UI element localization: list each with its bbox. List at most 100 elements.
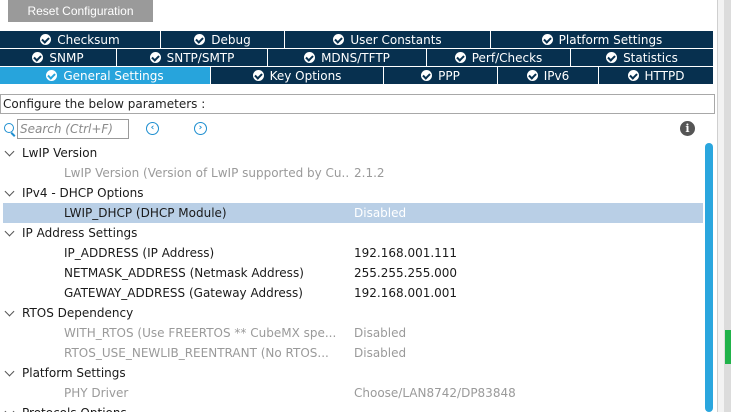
group-label: IPv4 - DHCP Options: [22, 186, 144, 200]
check-icon: [32, 52, 44, 63]
param-name: LWIP_DHCP (DHCP Module): [64, 206, 227, 220]
tab-checksum[interactable]: Checksum: [0, 31, 161, 49]
tab-user-constants[interactable]: User Constants: [285, 31, 491, 49]
param-name: IP_ADDRESS (IP Address): [64, 246, 215, 260]
param-value[interactable]: 192.168.001.111: [354, 243, 457, 263]
check-icon: [40, 34, 52, 45]
group-rtos-dependency[interactable]: RTOS Dependency: [0, 303, 703, 323]
tab-key-options[interactable]: Key Options: [211, 67, 384, 85]
param-value: 2.1.2: [354, 166, 385, 180]
group-ipv4-dhcp-options[interactable]: IPv4 - DHCP Options: [0, 183, 703, 203]
search-icon: [4, 123, 14, 133]
check-icon: [627, 70, 639, 81]
param-netmask-address[interactable]: NETMASK_ADDRESS (Netmask Address) 255.255…: [0, 263, 703, 283]
check-icon: [252, 70, 264, 81]
tab-label: Debug: [211, 32, 251, 47]
tab-label: IPv6: [543, 68, 570, 83]
tab-label: PPP: [438, 68, 460, 83]
info-icon[interactable]: i: [680, 121, 695, 136]
tab-platform-settings[interactable]: Platform Settings: [491, 31, 714, 49]
param-name: LwIP Version (Version of LwIP supported …: [64, 166, 350, 180]
param-name: GATEWAY_ADDRESS (Gateway Address): [64, 286, 303, 300]
toolbar: Reset Configuration: [0, 0, 717, 31]
configure-parameters-label: Configure the below parameters :: [0, 94, 715, 114]
tab-ppp[interactable]: PPP: [384, 67, 498, 85]
param-with-rtos[interactable]: WITH_RTOS (Use FREERTOS ** CubeMX spe...…: [0, 323, 703, 343]
param-gateway-address[interactable]: GATEWAY_ADDRESS (Gateway Address) 192.168…: [0, 283, 703, 303]
group-label: Platform Settings: [22, 366, 126, 380]
param-lwip-dhcp[interactable]: LWIP_DHCP (DHCP Module) Disabled: [3, 203, 703, 223]
tab-general-settings[interactable]: General Settings: [0, 67, 211, 85]
tab-statistics[interactable]: Statistics: [571, 49, 714, 67]
group-platform-settings[interactable]: Platform Settings: [0, 363, 703, 383]
tab-label: HTTPD: [644, 68, 685, 83]
tab-mdns-tftp[interactable]: MDNS/TFTP: [268, 49, 427, 67]
tab-label: Perf/Checks: [471, 50, 543, 65]
vertical-scrollbar[interactable]: [703, 143, 714, 412]
param-name: RTOS_USE_NEWLIB_REENTRANT (No RTOS...: [64, 346, 329, 360]
tab-label: Platform Settings: [558, 32, 663, 47]
check-icon: [526, 70, 538, 81]
chevron-down-icon[interactable]: [4, 226, 15, 237]
param-name: PHY Driver: [64, 386, 129, 400]
chevron-down-icon[interactable]: [4, 186, 15, 197]
tab-perf-checks[interactable]: Perf/Checks: [427, 49, 571, 67]
chevron-left-circle-icon[interactable]: ‹: [146, 122, 159, 135]
group-ip-address-settings[interactable]: IP Address Settings: [0, 223, 703, 243]
param-value[interactable]: Disabled: [354, 203, 406, 223]
check-icon: [606, 52, 618, 63]
tab-label: MDNS/TFTP: [321, 50, 390, 65]
group-label: IP Address Settings: [22, 226, 138, 240]
param-name: NETMASK_ADDRESS (Netmask Address): [64, 266, 304, 280]
check-icon: [333, 34, 345, 45]
tab-ipv6[interactable]: IPv6: [498, 67, 599, 85]
param-value[interactable]: 192.168.001.001: [354, 283, 457, 303]
tab-row-3: General Settings Key Options PPP IPv6 HT…: [0, 67, 714, 85]
tab-snmp[interactable]: SNMP: [0, 49, 117, 67]
reset-configuration-button[interactable]: Reset Configuration: [8, 0, 153, 22]
param-phy-driver[interactable]: PHY Driver Choose/LAN8742/DP83848: [0, 383, 703, 403]
param-value[interactable]: 255.255.255.000: [354, 263, 457, 283]
tab-label: Checksum: [57, 32, 120, 47]
tab-row-2: SNMP SNTP/SMTP MDNS/TFTP Perf/Checks Sta…: [0, 49, 714, 67]
tab-label: User Constants: [350, 32, 442, 47]
chevron-down-icon[interactable]: [4, 306, 15, 317]
chevron-down-icon[interactable]: [4, 406, 15, 412]
param-value: Disabled: [354, 346, 407, 360]
status-indicator: [725, 330, 731, 364]
tab-label: Key Options: [269, 68, 342, 83]
chevron-down-icon[interactable]: [4, 366, 15, 377]
scrollbar-thumb[interactable]: [705, 143, 713, 412]
check-icon: [304, 52, 316, 63]
tab-debug[interactable]: Debug: [161, 31, 285, 49]
group-protocols-options[interactable]: Protocols Options: [0, 403, 703, 412]
param-rtos-use-newlib-reentrant[interactable]: RTOS_USE_NEWLIB_REENTRANT (No RTOS... Dis…: [0, 343, 703, 363]
check-icon: [421, 70, 433, 81]
tab-sntp-smtp[interactable]: SNTP/SMTP: [117, 49, 268, 67]
group-label: LwIP Version: [22, 146, 98, 160]
check-icon: [194, 34, 206, 45]
tab-label: Statistics: [623, 50, 678, 65]
parameter-tree: LwIP Version LwIP Version (Version of Lw…: [0, 143, 703, 412]
tab-row-1: Checksum Debug User Constants Platform S…: [0, 31, 714, 49]
check-icon: [454, 52, 466, 63]
param-ip-address[interactable]: IP_ADDRESS (IP Address) 192.168.001.111: [0, 243, 703, 263]
param-lwip-version[interactable]: LwIP Version (Version of LwIP supported …: [0, 163, 703, 183]
tab-label: SNMP: [49, 50, 84, 65]
chevron-down-icon[interactable]: [4, 146, 15, 157]
tab-bar: Checksum Debug User Constants Platform S…: [0, 31, 714, 85]
param-value: Disabled: [354, 326, 407, 340]
search-bar: ‹ › i: [0, 118, 715, 140]
group-label: RTOS Dependency: [22, 306, 134, 320]
search-input[interactable]: [17, 119, 129, 139]
group-lwip-version[interactable]: LwIP Version: [0, 143, 703, 163]
param-name: WITH_RTOS (Use FREERTOS ** CubeMX spe...: [64, 326, 337, 340]
group-label: Protocols Options: [22, 403, 127, 412]
tab-httpd[interactable]: HTTPD: [599, 67, 714, 85]
check-icon: [149, 52, 161, 63]
chevron-right-circle-icon[interactable]: ›: [194, 122, 207, 135]
check-icon: [541, 34, 553, 45]
param-value: Choose/LAN8742/DP83848: [354, 386, 516, 400]
tab-label: SNTP/SMTP: [166, 50, 235, 65]
check-icon: [46, 70, 58, 81]
